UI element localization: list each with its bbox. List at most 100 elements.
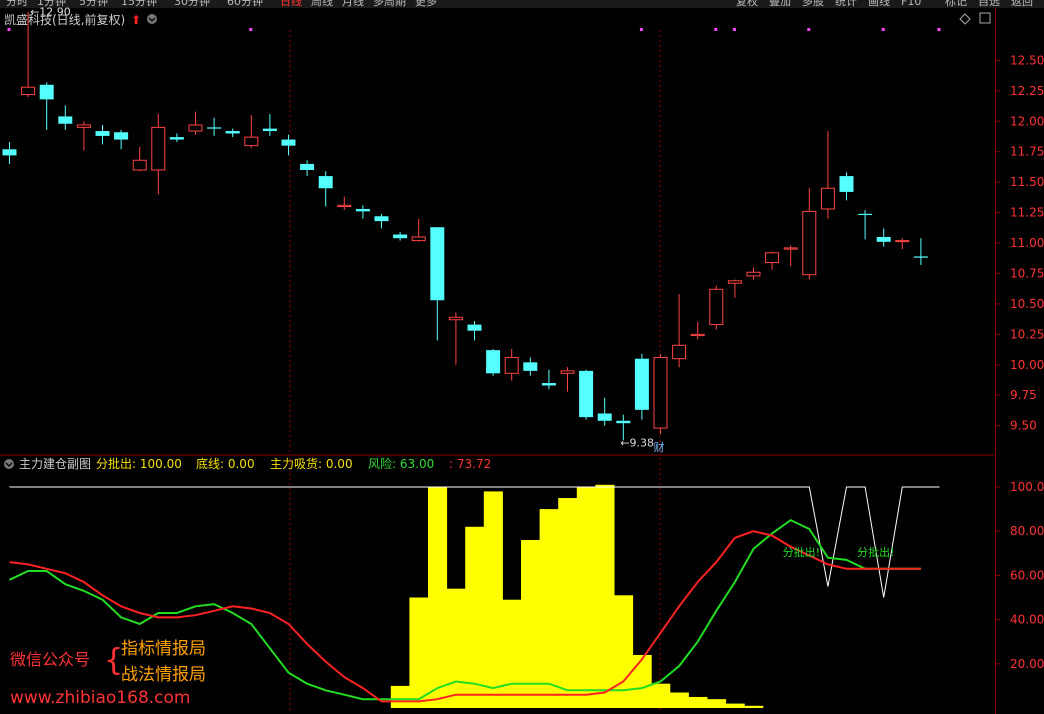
candle-body [467, 324, 482, 331]
candle-body [76, 124, 91, 128]
candle-body [393, 234, 408, 239]
candle-body [132, 159, 147, 171]
candle-body [262, 128, 277, 132]
candle-body [58, 116, 73, 124]
price-tick-label: 11.50 [1010, 175, 1044, 189]
indicator-name: 主力建仓副图 [19, 457, 91, 471]
candle-body [858, 213, 873, 216]
toolbar-item[interactable]: 30分钟 [174, 0, 210, 8]
toolbar-item[interactable]: F10 [901, 0, 921, 8]
indicator-tick-label: 100.00 [1010, 480, 1044, 494]
candle-body [2, 149, 17, 156]
candle-body [672, 344, 687, 360]
toolbar-item[interactable]: 返回 [1011, 0, 1033, 8]
toolbar-item[interactable]: 更多 [415, 0, 437, 8]
indicator-menu-icon[interactable] [4, 459, 14, 469]
candle-body [746, 271, 761, 277]
price-tick-label: 10.00 [1010, 358, 1044, 372]
indicator-tick-label: 60.00 [1010, 568, 1044, 582]
up-arrow-icon[interactable]: ⬆ [131, 13, 141, 27]
candle-body [486, 350, 501, 374]
price-tick-label: 9.75 [1010, 388, 1037, 402]
magenta-marker [881, 28, 885, 31]
candle-body [355, 208, 370, 212]
candle-body [151, 126, 166, 171]
candle-body [39, 84, 54, 100]
price-tick-label: 10.50 [1010, 297, 1044, 311]
indicator-tick-label: 20.00 [1010, 657, 1044, 671]
toolbar-item[interactable]: 5分钟 [79, 0, 108, 8]
toolbar-item[interactable]: 多股 [802, 0, 824, 8]
candle-body [783, 247, 798, 250]
toolbar-item[interactable]: 复权 [736, 0, 758, 8]
chart-title: 凯盛科技(日线,前复权) [4, 12, 125, 27]
watermark-url: www.zhibiao168.com [10, 688, 190, 708]
indicator-bar [669, 692, 689, 708]
toolbar-item[interactable]: 多周期 [373, 0, 406, 8]
indicator-bar [595, 484, 615, 708]
signal-label: 分批出! [857, 545, 894, 559]
candle-body [448, 316, 463, 321]
candle-body [802, 210, 817, 276]
magenta-marker [7, 28, 11, 31]
candle-body [690, 333, 705, 337]
indicator-field: 风险: 63.00 [368, 456, 434, 471]
candle-body [541, 383, 556, 386]
candle-body [504, 356, 519, 374]
toolbar-item[interactable]: 月线 [342, 0, 364, 8]
candle-body [188, 124, 203, 132]
candle-body [225, 131, 240, 134]
candle-body [709, 288, 724, 326]
toolbar-item[interactable]: 统计 [835, 0, 857, 8]
indicator-tick-label: 40.00 [1010, 613, 1044, 627]
toolbar-item[interactable]: 分时 [6, 0, 28, 8]
candle-body [169, 137, 184, 140]
candle-body [430, 227, 445, 301]
toolbar-item[interactable]: 60分钟 [227, 0, 263, 8]
toolbar-item[interactable]: 15分钟 [121, 0, 157, 8]
price-tick-label: 11.00 [1010, 236, 1044, 250]
indicator-bar [725, 703, 745, 708]
indicator-bar [558, 498, 578, 708]
candle-body [579, 370, 594, 418]
price-tick-label: 11.25 [1010, 206, 1044, 220]
candle-body [895, 240, 910, 243]
candle-body [114, 132, 129, 140]
indicator-bar [446, 588, 466, 708]
toolbar-item[interactable]: 日线 [280, 0, 302, 8]
candle-body [839, 176, 854, 192]
toolbar-item[interactable]: 标记 [945, 0, 967, 8]
toolbar-item[interactable]: 叠加 [769, 0, 791, 8]
toolbar-item[interactable]: 周线 [311, 0, 333, 8]
candle-body [913, 256, 928, 258]
candle-body [374, 216, 389, 222]
candle-body [765, 252, 780, 264]
candle-body [634, 358, 649, 410]
indicator-field: 分批出: 100.00 [96, 456, 182, 471]
candle-body [560, 370, 575, 374]
candle-body [318, 176, 333, 189]
title-dropdown-icon[interactable] [147, 14, 157, 24]
indicator-bar [409, 597, 429, 708]
magenta-marker [714, 28, 718, 31]
candle-body [411, 236, 426, 242]
magenta-marker [937, 28, 941, 31]
indicator-field: : 73.72 [449, 457, 491, 471]
event-marker[interactable]: 财 [654, 440, 665, 454]
indicator-bar [651, 683, 671, 708]
magenta-marker [249, 28, 253, 31]
magenta-marker [807, 28, 811, 31]
signal-label: 分批出! [783, 545, 820, 559]
watermark-brand: 微信公众号 [10, 650, 90, 669]
indicator-bar [428, 487, 448, 708]
candle-body [21, 86, 36, 96]
candle-body [616, 420, 631, 424]
magenta-marker [639, 28, 643, 31]
toolbar-item[interactable]: 自选 [978, 0, 1000, 8]
toolbar-item[interactable]: 画线 [868, 0, 890, 8]
indicator-bar [539, 509, 559, 708]
candle-body [281, 139, 296, 146]
candle-body [207, 127, 222, 129]
price-tick-label: 11.75 [1010, 145, 1044, 159]
price-tick-label: 12.00 [1010, 114, 1044, 128]
